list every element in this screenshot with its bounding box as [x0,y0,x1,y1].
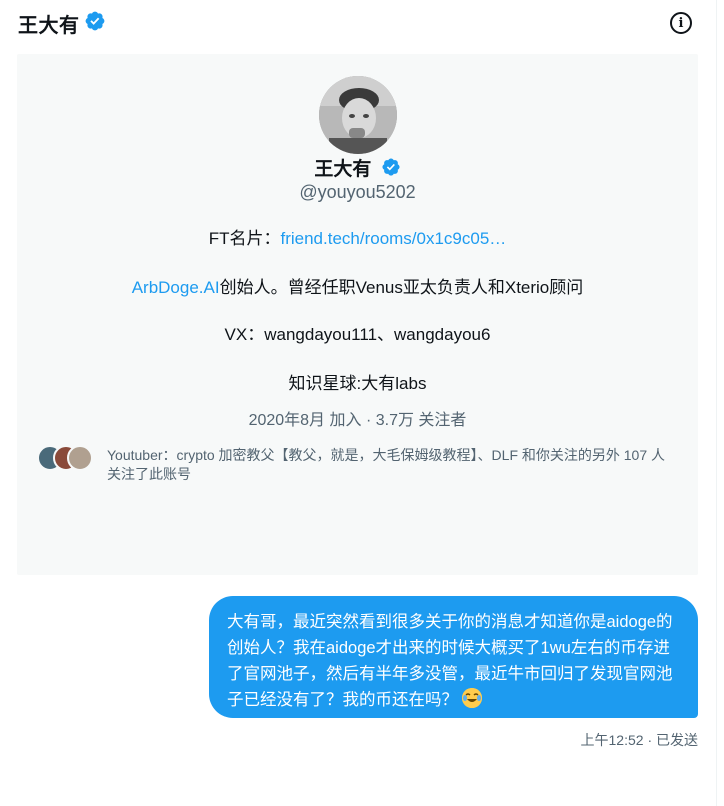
message-bubble[interactable]: 大有哥，最近突然看到很多关于你的消息才知道你是aidoge的创始人？我在aido… [209,596,698,718]
verified-badge-icon [381,157,401,183]
profile-name[interactable]: 王大有 [17,154,698,183]
bio-line-zsxq: 知识星球:大有labs [288,374,427,393]
scrollbar[interactable] [716,0,724,806]
conversation-header: 王大有 i [0,0,724,46]
bio-line-ft: FT名片：friend.tech/rooms/0x1c9c05… [17,224,698,249]
bio-ft-prefix: FT名片： [208,229,281,248]
message-timestamp: 上午12:52 · 已发送 [580,732,698,748]
profile-meta: 2020年8月 加入 · 3.7万 关注者 [248,412,467,429]
face-with-tears-of-joy-icon [462,688,482,708]
follower-avatar-3 [67,445,93,471]
followed-by-text: Youtuber：crypto 加密教父【教父，就是，大毛保姆级教程】、DLF … [107,447,666,482]
followed-by[interactable]: Youtuber：crypto 加密教父【教父，就是，大毛保姆级教程】、DLF … [37,442,677,486]
verified-badge-icon [84,10,106,37]
bio-arbdoge-link[interactable]: ArbDoge.AI [132,278,220,297]
profile-handle[interactable]: @youyou5202 [17,182,698,203]
follower-avatars [37,442,107,472]
profile-name-text: 王大有 [314,159,372,180]
bio-line-vx: VX：wangdayou111、wangdayou6 [224,325,491,344]
profile-card[interactable]: 王大有 @youyou5202 FT名片：friend.tech/rooms/0… [17,54,698,575]
message-text: 大有哥，最近突然看到很多关于你的消息才知道你是aidoge的创始人？我在aido… [227,613,673,709]
header-title[interactable]: 王大有 [18,9,80,38]
bio-line-arbdoge: ArbDoge.AI创始人。曾经任职Venus亚太负责人和Xterio顾问 [17,273,698,298]
avatar[interactable] [319,76,397,154]
info-icon[interactable]: i [670,12,692,34]
bio-ft-link[interactable]: friend.tech/rooms/0x1c9c05… [280,229,506,248]
bio-arbdoge-text: 创始人。曾经任职Venus亚太负责人和Xterio顾问 [219,278,584,297]
